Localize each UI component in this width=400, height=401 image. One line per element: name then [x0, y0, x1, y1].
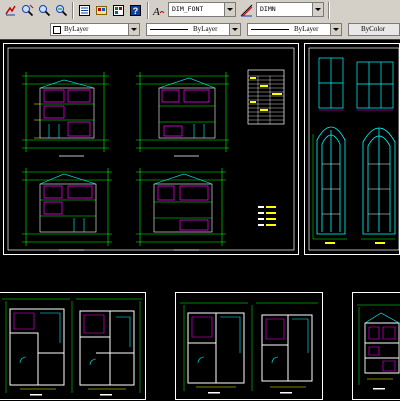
pan-realtime-icon[interactable]	[3, 3, 18, 18]
color-control-dropdown[interactable]: ByLayer	[50, 23, 140, 36]
dimension-style-dropdown[interactable]: DIMN	[256, 2, 324, 17]
chevron-down-icon[interactable]	[330, 24, 341, 35]
tool-palettes-icon[interactable]	[111, 3, 126, 18]
color-control-value: ByLayer	[64, 25, 89, 33]
dimension-style-value: DIMN	[260, 5, 276, 13]
properties-toolbar: ByLayer ByLayer ByLayer ByColor	[0, 21, 400, 40]
zoom-window-icon[interactable]	[37, 3, 52, 18]
color-swatch	[53, 26, 61, 34]
plotstyle-control-dropdown[interactable]: ByColor	[348, 23, 400, 36]
design-center-icon[interactable]	[94, 3, 109, 18]
lineweight-control-value: ByLayer	[294, 25, 319, 33]
svg-text:?: ?	[133, 6, 139, 16]
linetype-control-dropdown[interactable]: ByLayer	[146, 23, 241, 36]
dimension-style-icon[interactable]	[239, 3, 254, 18]
plotstyle-control-value: ByColor	[361, 25, 386, 33]
drawing-sheet-elevation-detail[interactable]	[352, 292, 400, 400]
linetype-preview	[150, 29, 188, 30]
drawing-sheet-window-details[interactable]	[304, 43, 400, 255]
svg-text:A: A	[152, 6, 160, 17]
text-style-dropdown[interactable]: DIM_FONT	[168, 2, 236, 17]
chevron-down-icon[interactable]	[128, 24, 139, 35]
linetype-control-value: ByLayer	[193, 25, 218, 33]
text-style-icon[interactable]: A	[151, 3, 166, 18]
lineweight-preview	[251, 29, 289, 30]
help-icon[interactable]: ?	[128, 3, 143, 18]
chevron-down-icon[interactable]	[229, 24, 240, 35]
drawing-sheet-elevations[interactable]	[3, 43, 299, 255]
zoom-previous-icon[interactable]	[54, 3, 69, 18]
chevron-down-icon[interactable]	[312, 3, 323, 16]
text-style-value: DIM_FONT	[172, 5, 204, 13]
chevron-down-icon[interactable]	[224, 3, 235, 16]
drawing-sheet-floor-plans-1[interactable]	[0, 292, 146, 400]
zoom-realtime-icon[interactable]	[20, 3, 35, 18]
lineweight-control-dropdown[interactable]: ByLayer	[247, 23, 342, 36]
properties-icon[interactable]	[77, 3, 92, 18]
drawing-sheet-floor-plans-2[interactable]	[175, 292, 323, 400]
standard-toolbar: ? A DIM_FONT DIMN	[0, 0, 400, 22]
